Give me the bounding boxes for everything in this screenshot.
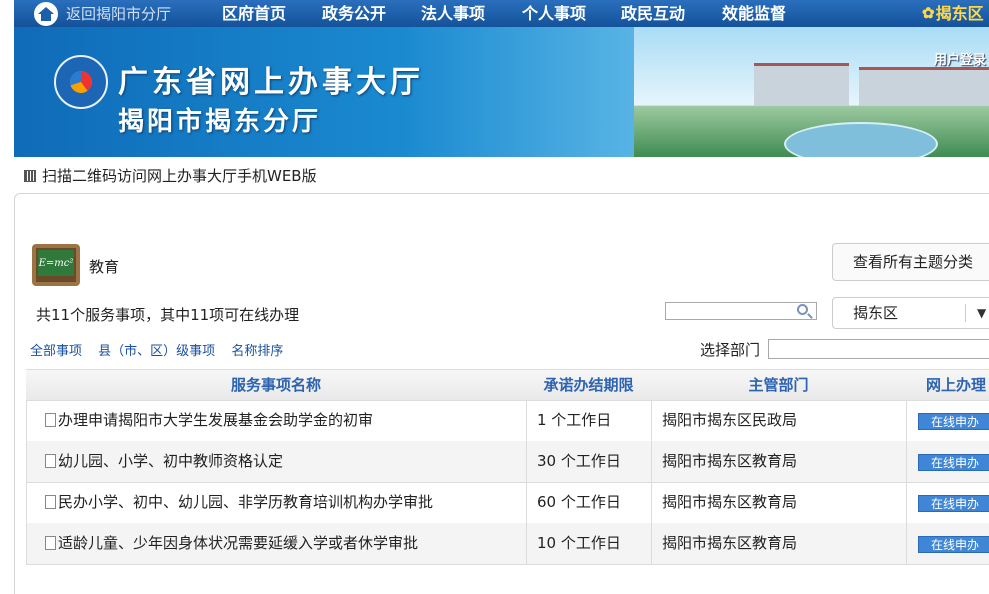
filter-county-items[interactable]: 县（市、区）级事项 — [98, 344, 215, 359]
region-switch-label: 揭东区 — [935, 4, 984, 23]
filter-links: 全部事项 县（市、区）级事项 名称排序 — [30, 340, 295, 359]
service-name-cell[interactable]: 适龄儿童、少年因身体状况需要延缓入学或者休学审批 — [26, 523, 526, 564]
filter-sort-by-name[interactable]: 名称排序 — [231, 344, 283, 359]
chalkboard-icon: E=mc² — [32, 244, 80, 286]
site-subtitle: 揭阳市揭东分厅 — [118, 107, 322, 137]
document-icon — [45, 495, 56, 509]
nav-item-supervision[interactable]: 效能监督 — [722, 0, 786, 27]
site-title: 广东省网上办事大厅 — [118, 65, 424, 100]
all-categories-button[interactable]: 查看所有主题分类 — [832, 243, 989, 281]
time-limit-cell: 1 个工作日 — [526, 400, 651, 441]
department-input[interactable] — [768, 339, 989, 359]
document-icon — [45, 413, 56, 427]
service-name: 办理申请揭阳市大学生发展基金会助学金的初审 — [58, 411, 374, 429]
time-limit-cell: 10 个工作日 — [526, 523, 651, 564]
column-header-limit[interactable]: 承诺办结期限 — [526, 370, 651, 400]
select-divider — [965, 304, 966, 322]
service-name-cell[interactable]: 民办小学、初中、幼儿园、非学历教育培训机构办学审批 — [26, 482, 526, 523]
table-header: 服务事项名称 承诺办结期限 主管部门 网上办理 — [26, 369, 989, 401]
qr-code-link[interactable]: 扫描二维码访问网上办事大厅手机WEB版 — [24, 165, 317, 186]
apply-online-button[interactable]: 在线申办 — [918, 413, 989, 430]
service-name-cell[interactable]: 幼儿园、小学、初中教师资格认定 — [26, 441, 526, 482]
column-header-dept[interactable]: 主管部门 — [651, 370, 906, 400]
region-select-value: 揭东区 — [853, 304, 899, 322]
nav-item-home[interactable]: 区府首页 — [222, 0, 286, 27]
header-banner: 广东省网上办事大厅 揭阳市揭东分厅 用户登录 — [14, 27, 989, 157]
column-header-online: 网上办理 — [925, 376, 986, 394]
online-cell: 在线申办 — [906, 441, 989, 482]
column-header-name[interactable]: 服务事项名称 — [26, 370, 526, 400]
online-cell: 在线申办 — [906, 482, 989, 523]
time-limit-cell: 60 个工作日 — [526, 482, 651, 523]
login-link[interactable]: 用户登录 — [934, 49, 986, 68]
apply-online-button[interactable]: 在线申办 — [918, 454, 989, 471]
service-name: 民办小学、初中、幼儿园、非学历教育培训机构办学审批 — [58, 493, 434, 511]
top-nav-bar: 返回揭阳市分厅 区府首页 政务公开 法人事项 个人事项 政民互动 效能监督 ✿ … — [14, 0, 989, 27]
department-cell: 揭阳市揭东区教育局 — [651, 482, 906, 523]
back-to-city-link[interactable]: 返回揭阳市分厅 — [34, 0, 171, 27]
search-icon[interactable] — [797, 304, 808, 315]
nav-item-legal-entity[interactable]: 法人事项 — [421, 0, 485, 27]
building-graphic — [859, 67, 989, 106]
back-link-label: 返回揭阳市分厅 — [66, 5, 172, 23]
document-icon — [45, 454, 56, 468]
department-label: 选择部门 — [700, 341, 761, 359]
service-name-cell[interactable]: 办理申请揭阳市大学生发展基金会助学金的初审 — [26, 400, 526, 441]
qr-code-icon — [24, 169, 36, 182]
home-icon — [34, 1, 58, 26]
table-row: 办理申请揭阳市大学生发展基金会助学金的初审 1 个工作日 揭阳市揭东区民政局 在… — [26, 400, 989, 442]
search-input[interactable] — [665, 302, 817, 320]
time-limit-cell: 30 个工作日 — [526, 441, 651, 482]
department-cell: 揭阳市揭东区教育局 — [651, 441, 906, 482]
department-cell: 揭阳市揭东区民政局 — [651, 400, 906, 441]
category-title: 教育 — [89, 258, 120, 276]
document-icon — [45, 536, 56, 550]
service-name: 幼儿园、小学、初中教师资格认定 — [58, 452, 284, 470]
service-name: 适龄儿童、少年因身体状况需要延缓入学或者休学审批 — [58, 534, 419, 552]
service-summary: 共11个服务事项，其中11项可在线办理 — [36, 306, 300, 324]
qr-code-text: 扫描二维码访问网上办事大厅手机WEB版 — [42, 167, 317, 185]
table-row: 适龄儿童、少年因身体状况需要延缓入学或者休学审批 10 个工作日 揭阳市揭东区教… — [26, 523, 989, 565]
apply-online-button[interactable]: 在线申办 — [918, 495, 989, 512]
region-switch-link[interactable]: ✿ 揭东区 — [922, 0, 984, 27]
table-row: 民办小学、初中、幼儿园、非学历教育培训机构办学审批 60 个工作日 揭阳市揭东区… — [26, 482, 989, 524]
nav-item-personal[interactable]: 个人事项 — [522, 0, 586, 27]
building-graphic — [754, 63, 849, 106]
nav-item-public-affairs[interactable]: 政务公开 — [322, 0, 386, 27]
online-cell: 在线申办 — [906, 400, 989, 441]
nav-item-interaction[interactable]: 政民互动 — [621, 0, 685, 27]
logo-emblem — [54, 55, 108, 109]
apply-online-button[interactable]: 在线申办 — [918, 536, 989, 553]
region-select[interactable]: 揭东区 ▼ — [832, 297, 989, 329]
chevron-down-icon: ▼ — [977, 306, 987, 320]
filter-all-items[interactable]: 全部事项 — [30, 344, 82, 359]
gear-icon: ✿ — [922, 4, 935, 22]
online-cell: 在线申办 — [906, 523, 989, 564]
table-row: 幼儿园、小学、初中教师资格认定 30 个工作日 揭阳市揭东区教育局 在线申办 — [26, 441, 989, 483]
department-cell: 揭阳市揭东区教育局 — [651, 523, 906, 564]
